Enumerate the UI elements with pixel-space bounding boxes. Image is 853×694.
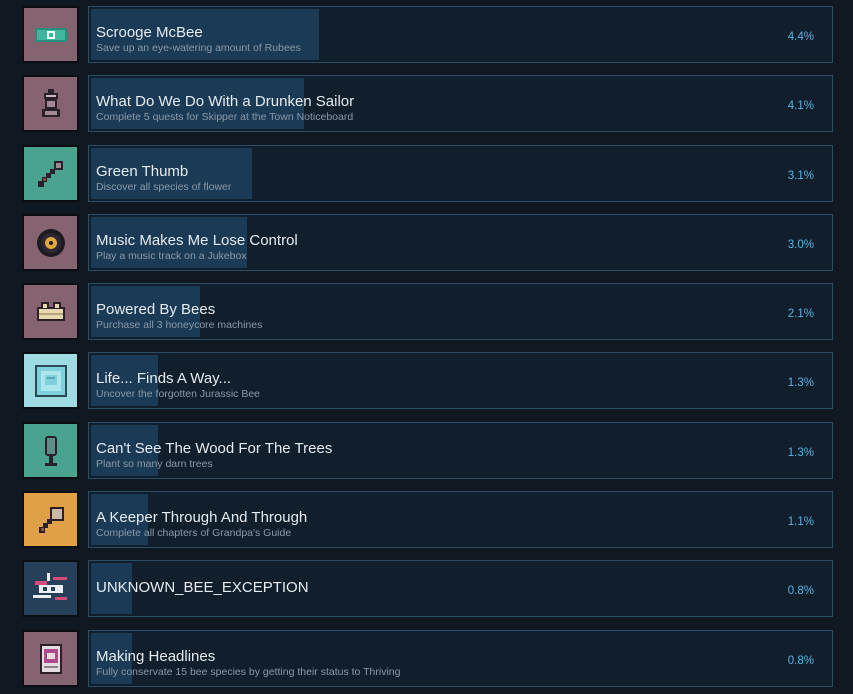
glitch-bee-icon — [28, 566, 73, 611]
vinyl-record-icon — [36, 228, 65, 257]
achievement-row-9[interactable]: UNKNOWN_BEE_EXCEPTION 0.8% — [22, 560, 833, 618]
achievement-title: Music Makes Me Lose Control — [96, 232, 298, 249]
achievement-card: Life... Finds A Way... Uncover the forgo… — [88, 352, 833, 409]
achievement-description: Discover all species of flower — [96, 181, 232, 193]
achievement-icon-frame — [22, 214, 79, 271]
achievement-icon-frame — [22, 491, 79, 548]
achievement-icon-frame — [22, 6, 79, 63]
achievement-icon-frame — [22, 422, 79, 479]
unlock-percent: 4.1% — [787, 100, 814, 112]
achievement-card: A Keeper Through And Through Complete al… — [88, 491, 833, 548]
achievement-icon-frame — [22, 145, 79, 202]
achievement-title: Scrooge McBee — [96, 24, 203, 41]
achievement-card: What Do We Do With a Drunken Sailor Comp… — [88, 75, 833, 132]
achievement-row-7[interactable]: Can't See The Wood For The Trees Plant s… — [22, 422, 833, 480]
achievement-card: Powered By Bees Purchase all 3 honeycore… — [88, 283, 833, 340]
achievement-description: Save up an eye-watering amount of Rubees — [96, 42, 301, 54]
unlock-percent: 0.8% — [787, 585, 814, 597]
sailor-icon — [41, 88, 60, 117]
achievement-title: Green Thumb — [96, 163, 189, 180]
achievement-icon-frame — [22, 283, 79, 340]
achievement-title: Making Headlines — [96, 648, 216, 665]
achievement-row-8[interactable]: A Keeper Through And Through Complete al… — [22, 491, 833, 549]
achievement-icon-frame — [22, 75, 79, 132]
achievement-card: UNKNOWN_BEE_EXCEPTION 0.8% — [88, 560, 833, 617]
achievement-description: Play a music track on a Jukebox — [96, 250, 247, 262]
rubee-note-icon — [34, 27, 67, 42]
axe-icon — [38, 506, 64, 533]
achievement-icon-frame — [22, 352, 79, 409]
unlock-percent: 1.1% — [787, 516, 814, 528]
achievement-row-2[interactable]: What Do We Do With a Drunken Sailor Comp… — [22, 75, 833, 133]
achievement-card: Green Thumb Discover all species of flow… — [88, 145, 833, 202]
achievement-card: Can't See The Wood For The Trees Plant s… — [88, 422, 833, 479]
amber-fossil-icon — [34, 364, 67, 397]
achievement-title: Powered By Bees — [96, 301, 216, 318]
unlock-percent: 1.3% — [787, 447, 814, 459]
unlock-percent: 1.3% — [787, 377, 814, 389]
achievement-row-3[interactable]: Green Thumb Discover all species of flow… — [22, 145, 833, 203]
unlock-percent: 3.0% — [787, 239, 814, 251]
achievement-description: Complete 5 quests for Skipper at the Tow… — [96, 111, 354, 123]
achievement-description: Purchase all 3 honeycore machines — [96, 319, 263, 331]
achievement-card: Making Headlines Fully conservate 15 bee… — [88, 630, 833, 687]
achievement-title: What Do We Do With a Drunken Sailor — [96, 93, 355, 110]
achievement-description: Complete all chapters of Grandpa's Guide — [96, 527, 292, 539]
achievement-row-5[interactable]: Powered By Bees Purchase all 3 honeycore… — [22, 283, 833, 341]
achievement-title: UNKNOWN_BEE_EXCEPTION — [96, 579, 309, 596]
trowel-icon — [37, 160, 63, 187]
achievement-icon-frame — [22, 560, 79, 617]
achievement-row-1[interactable]: Scrooge McBee Save up an eye-watering am… — [22, 6, 833, 64]
achievement-description: Plant so many darn trees — [96, 458, 213, 470]
achievement-row-4[interactable]: Music Makes Me Lose Control Play a music… — [22, 214, 833, 272]
achievement-card: Scrooge McBee Save up an eye-watering am… — [88, 6, 833, 63]
achievement-description: Fully conservate 15 bee species by getti… — [96, 666, 401, 678]
achievement-description: Uncover the forgotten Jurassic Bee — [96, 388, 261, 400]
achievement-card: Music Makes Me Lose Control Play a music… — [88, 214, 833, 271]
achievement-row-10[interactable]: Making Headlines Fully conservate 15 bee… — [22, 630, 833, 688]
achievement-row-6[interactable]: Life... Finds A Way... Uncover the forgo… — [22, 352, 833, 410]
unlock-percent: 4.4% — [787, 31, 814, 43]
unlock-percent: 3.1% — [787, 170, 814, 182]
unlock-percent: 2.1% — [787, 308, 814, 320]
machine-icon — [36, 301, 65, 321]
sapling-icon — [44, 435, 57, 466]
achievement-title: Can't See The Wood For The Trees — [96, 440, 333, 457]
newspaper-icon — [39, 643, 62, 674]
achievement-title: Life... Finds A Way... — [96, 370, 232, 387]
achievement-icon-frame — [22, 630, 79, 687]
achievement-title: A Keeper Through And Through — [96, 509, 308, 526]
unlock-percent: 0.8% — [787, 655, 814, 667]
